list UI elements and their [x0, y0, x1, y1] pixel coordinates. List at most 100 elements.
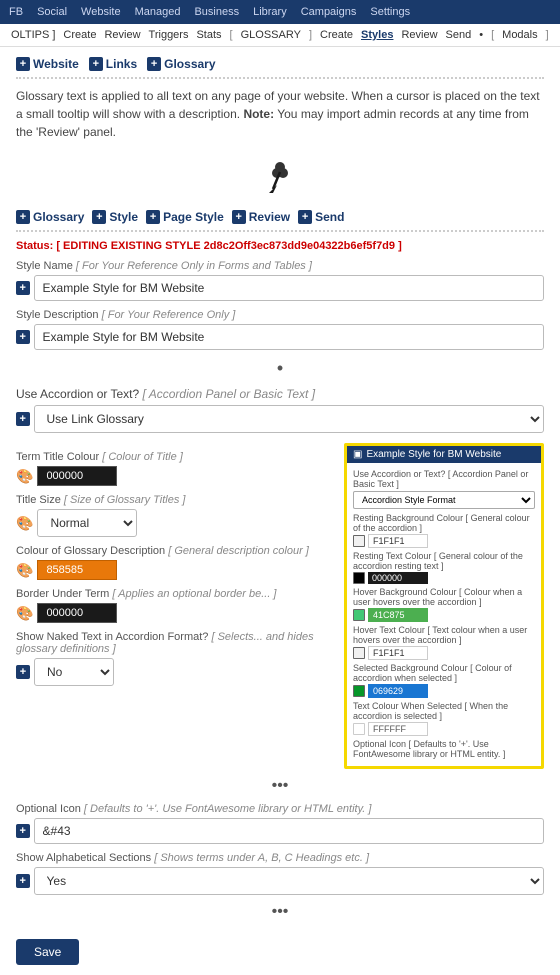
- plus-icon-accordion: +: [16, 412, 30, 426]
- tab-glossary-label[interactable]: Glossary: [164, 57, 215, 71]
- nav-create[interactable]: Create: [60, 28, 99, 42]
- style-name-field-row: +: [16, 275, 544, 301]
- naked-text-select[interactable]: No Yes: [34, 658, 114, 686]
- colour-desc-label: Colour of Glossary Description [ General…: [16, 545, 332, 557]
- preview-accordion-select[interactable]: Accordion Style Format: [353, 491, 535, 509]
- preview-selected-text-row: FFFFFF: [353, 722, 535, 736]
- optional-icon-input[interactable]: [34, 818, 544, 844]
- border-term-value[interactable]: 000000: [37, 603, 117, 623]
- tab-glossary[interactable]: + Glossary: [147, 57, 215, 71]
- save-button[interactable]: Save: [16, 939, 79, 965]
- show-alpha-label: Show Alphabetical Sections [ Shows terms…: [16, 852, 544, 864]
- term-title-colour-label: Term Title Colour [ Colour of Title ]: [16, 451, 332, 463]
- main-content: + Website + Links + Glossary Glossary te…: [0, 47, 560, 975]
- tab-website-label[interactable]: Website: [33, 57, 79, 71]
- tab-website[interactable]: + Website: [16, 57, 79, 71]
- show-alpha-select[interactable]: Yes No: [34, 867, 544, 895]
- save-button-container: Save: [16, 929, 544, 965]
- subtab-send-label[interactable]: Send: [315, 210, 344, 224]
- nav-campaigns[interactable]: Campaigns: [298, 4, 360, 20]
- term-title-colour-input-row: 🎨 000000: [16, 466, 332, 486]
- plus-icon-naked: +: [16, 665, 30, 679]
- accordion-select[interactable]: Use Link Glossary Accordion Format Basic…: [34, 405, 544, 433]
- tab-links-label[interactable]: Links: [106, 57, 137, 71]
- subtab-review[interactable]: + Review: [232, 210, 290, 224]
- top-nav: FB Social Website Managed Business Libra…: [0, 0, 560, 24]
- style-desc-input[interactable]: [34, 324, 544, 350]
- style-name-input[interactable]: [34, 275, 544, 301]
- plus-icon-sub-review: +: [232, 210, 246, 224]
- nav-triggers[interactable]: Triggers: [146, 28, 192, 42]
- preview-selected-bg-swatch: [353, 685, 365, 697]
- nav-settings[interactable]: Settings: [367, 4, 413, 20]
- subtab-review-label[interactable]: Review: [249, 210, 290, 224]
- style-desc-field-row: +: [16, 324, 544, 350]
- subtab-send[interactable]: + Send: [298, 210, 344, 224]
- nav-styles[interactable]: Styles: [358, 28, 396, 42]
- nav-bullet: •: [476, 28, 486, 42]
- preview-selected-text-value[interactable]: FFFFFF: [368, 722, 428, 736]
- nav-glossary[interactable]: GLOSSARY: [238, 28, 304, 42]
- show-alpha-select-row: + Yes No: [16, 867, 544, 895]
- subtab-style[interactable]: + Style: [92, 210, 138, 224]
- second-nav: OLTIPS ] Create Review Triggers Stats [ …: [0, 24, 560, 47]
- subtab-pagestyle-label[interactable]: Page Style: [163, 210, 224, 224]
- nav-create2[interactable]: Create: [317, 28, 356, 42]
- title-size-row: Title Size [ Size of Glossary Titles ] 🎨…: [16, 494, 332, 537]
- subtab-pagestyle[interactable]: + Page Style: [146, 210, 224, 224]
- preview-selected-bg-label: Selected Background Colour [ Colour of a…: [353, 663, 535, 683]
- colour-desc-value[interactable]: 858585: [37, 560, 117, 580]
- preview-hover-text-value[interactable]: F1F1F1: [368, 646, 428, 660]
- preview-resting-text-label: Resting Text Colour [ General colour of …: [353, 551, 535, 571]
- three-dots-1: •••: [16, 777, 544, 795]
- preview-selected-text-label: Text Colour When Selected [ When the acc…: [353, 701, 535, 721]
- nav-social[interactable]: Social: [34, 4, 70, 20]
- accordion-row: Use Accordion or Text? [ Accordion Panel…: [16, 387, 544, 433]
- nav-review[interactable]: Review: [101, 28, 143, 42]
- preview-resting-text-value[interactable]: 000000: [368, 572, 428, 584]
- optional-icon-row: Optional Icon [ Defaults to '+'. Use Fon…: [16, 803, 544, 844]
- nav-send[interactable]: Send: [443, 28, 475, 42]
- nav-review2[interactable]: Review: [398, 28, 440, 42]
- title-size-select[interactable]: Normal Small Large: [37, 509, 137, 537]
- colour-picker-icon-border[interactable]: 🎨: [16, 605, 33, 622]
- preview-resting-text-swatch: [353, 572, 365, 584]
- tab-links[interactable]: + Links: [89, 57, 137, 71]
- colour-picker-icon-title[interactable]: 🎨: [16, 468, 33, 485]
- arrow-graphic: [16, 149, 544, 204]
- term-title-colour-row: Term Title Colour [ Colour of Title ] 🎨 …: [16, 451, 332, 486]
- colour-picker-icon-desc[interactable]: 🎨: [16, 562, 33, 579]
- subtab-glossary[interactable]: + Glossary: [16, 210, 84, 224]
- three-dots-2: •••: [16, 903, 544, 921]
- nav-bracket-open: [: [227, 28, 236, 42]
- plus-icon-stylename: +: [16, 281, 30, 295]
- preview-selected-text-swatch: [353, 723, 365, 735]
- preview-panel: ▣ Example Style for BM Website Use Accor…: [344, 443, 544, 769]
- plus-icon-titlesize[interactable]: 🎨: [16, 515, 33, 532]
- preview-accordion-label: Use Accordion or Text? [ Accordion Panel…: [353, 469, 535, 489]
- nav-library[interactable]: Library: [250, 4, 290, 20]
- title-size-select-row: 🎨 Normal Small Large: [16, 509, 332, 537]
- preview-hover-bg-label: Hover Background Colour [ Colour when a …: [353, 587, 535, 607]
- divider-top: [16, 77, 544, 79]
- naked-text-label: Show Naked Text in Accordion Format? [ S…: [16, 631, 332, 655]
- term-title-colour-value[interactable]: 000000: [37, 466, 117, 486]
- preview-resting-bg-label: Resting Background Colour [ General colo…: [353, 513, 535, 533]
- nav-website[interactable]: Website: [78, 4, 124, 20]
- preview-selected-bg-value[interactable]: 069629: [368, 684, 428, 698]
- preview-hover-bg-value[interactable]: 41C875: [368, 608, 428, 622]
- preview-hover-bg-swatch: [353, 609, 365, 621]
- style-desc-row: Style Description [ For Your Reference O…: [16, 309, 544, 350]
- nav-business[interactable]: Business: [191, 4, 242, 20]
- preview-resting-bg-value[interactable]: F1F1F1: [368, 534, 428, 548]
- nav-managed[interactable]: Managed: [132, 4, 184, 20]
- nav-fb[interactable]: FB: [6, 4, 26, 20]
- subtab-glossary-label[interactable]: Glossary: [33, 210, 84, 224]
- optional-icon-label: Optional Icon [ Defaults to '+'. Use Fon…: [16, 803, 544, 815]
- border-term-label: Border Under Term [ Applies an optional …: [16, 588, 332, 600]
- nav-modals[interactable]: Modals: [499, 28, 540, 42]
- preview-hover-bg-row: 41C875: [353, 608, 535, 622]
- title-size-label: Title Size [ Size of Glossary Titles ]: [16, 494, 332, 506]
- subtab-style-label[interactable]: Style: [109, 210, 138, 224]
- nav-stats[interactable]: Stats: [193, 28, 224, 42]
